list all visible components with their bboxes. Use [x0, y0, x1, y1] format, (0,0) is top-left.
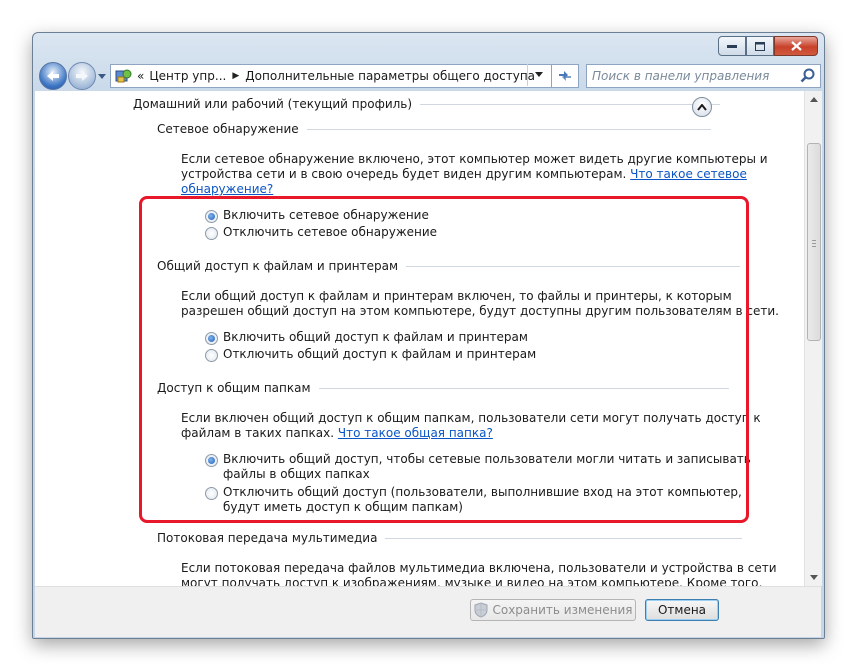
address-dropdown-button[interactable] [527, 64, 550, 86]
breadcrumb[interactable]: « Центр упр... ▶ Дополнительные параметр… [110, 64, 566, 88]
divider [420, 103, 721, 105]
section-title: Потоковая передача мультимедиа [157, 531, 378, 545]
search-icon[interactable] [799, 67, 817, 85]
arrow-left-icon [47, 71, 59, 81]
caption-buttons [718, 36, 818, 56]
chevron-down-icon [535, 72, 543, 77]
media-desc-line1: Если потоковая передача файлов мультимед… [181, 561, 777, 575]
arrow-up-icon [809, 96, 818, 102]
discovery-desc-line1: Если сетевое обнаружение включено, этот … [181, 152, 768, 166]
shield-icon [474, 602, 488, 618]
section-media-streaming: Потоковая передача мультимедиа [157, 531, 743, 545]
arrow-right-icon [76, 71, 88, 81]
refresh-icon [559, 71, 571, 81]
breadcrumb-overflow[interactable]: « [137, 69, 144, 83]
close-icon [790, 41, 802, 51]
discovery-help-link[interactable]: Что такое сетевое [630, 167, 747, 181]
divider [306, 128, 711, 130]
close-button[interactable] [774, 36, 818, 56]
vertical-scrollbar[interactable] [804, 91, 822, 586]
scroll-up-button[interactable] [805, 91, 822, 107]
save-changes-label[interactable]: Сохранить изменения [492, 603, 632, 617]
back-button[interactable] [39, 62, 67, 90]
refresh-button[interactable] [551, 64, 579, 88]
discovery-desc-line3: обнаружение? [181, 182, 273, 197]
media-desc-line2: могут получать доступ к изображениям, му… [181, 576, 763, 586]
divider [385, 537, 743, 539]
footer-bar: Сохранить изменения Отмена [35, 586, 821, 637]
minimize-button[interactable] [718, 36, 746, 56]
control-panel-icon [115, 69, 132, 83]
cancel-button[interactable]: Отмена [645, 599, 719, 621]
collapse-profile-button[interactable] [692, 97, 712, 117]
breadcrumb-control-center[interactable]: Центр упр... [149, 69, 226, 83]
chevron-up-icon [697, 103, 707, 111]
grip-icon [812, 238, 816, 249]
arrow-down-icon [809, 574, 818, 580]
scroll-down-button[interactable] [805, 569, 822, 585]
forward-button[interactable] [68, 62, 96, 90]
maximize-icon [755, 41, 765, 51]
search-input[interactable]: Поиск в панели управления [592, 69, 799, 83]
discovery-desc-line2: устройства сети и в свою очередь будет в… [181, 167, 747, 182]
save-changes-button[interactable]: Сохранить изменения [470, 599, 636, 621]
section-title: Сетевое обнаружение [157, 122, 299, 136]
section-network-discovery: Сетевое обнаружение [157, 122, 711, 136]
maximize-button[interactable] [746, 36, 774, 56]
discovery-help-link-cont[interactable]: обнаружение? [181, 182, 273, 196]
highlight-frame [139, 196, 749, 523]
breadcrumb-separator-icon[interactable]: ▶ [232, 71, 239, 81]
search-box[interactable]: Поиск в панели управления [586, 64, 821, 88]
minimize-icon [727, 45, 737, 48]
discovery-desc-text: устройства сети и в свою очередь будет в… [181, 167, 627, 181]
cancel-label[interactable]: Отмена [658, 603, 706, 617]
breadcrumb-advanced-sharing[interactable]: Дополнительные параметры общего доступа [245, 69, 535, 83]
scroll-thumb[interactable] [807, 143, 821, 341]
profile-title: Домашний или рабочий (текущий профиль) [133, 97, 413, 111]
profile-header: Домашний или рабочий (текущий профиль) [133, 97, 721, 111]
recent-pages-chevron-icon[interactable] [97, 71, 107, 81]
address-bar: « Центр упр... ▶ Дополнительные параметр… [37, 62, 821, 90]
